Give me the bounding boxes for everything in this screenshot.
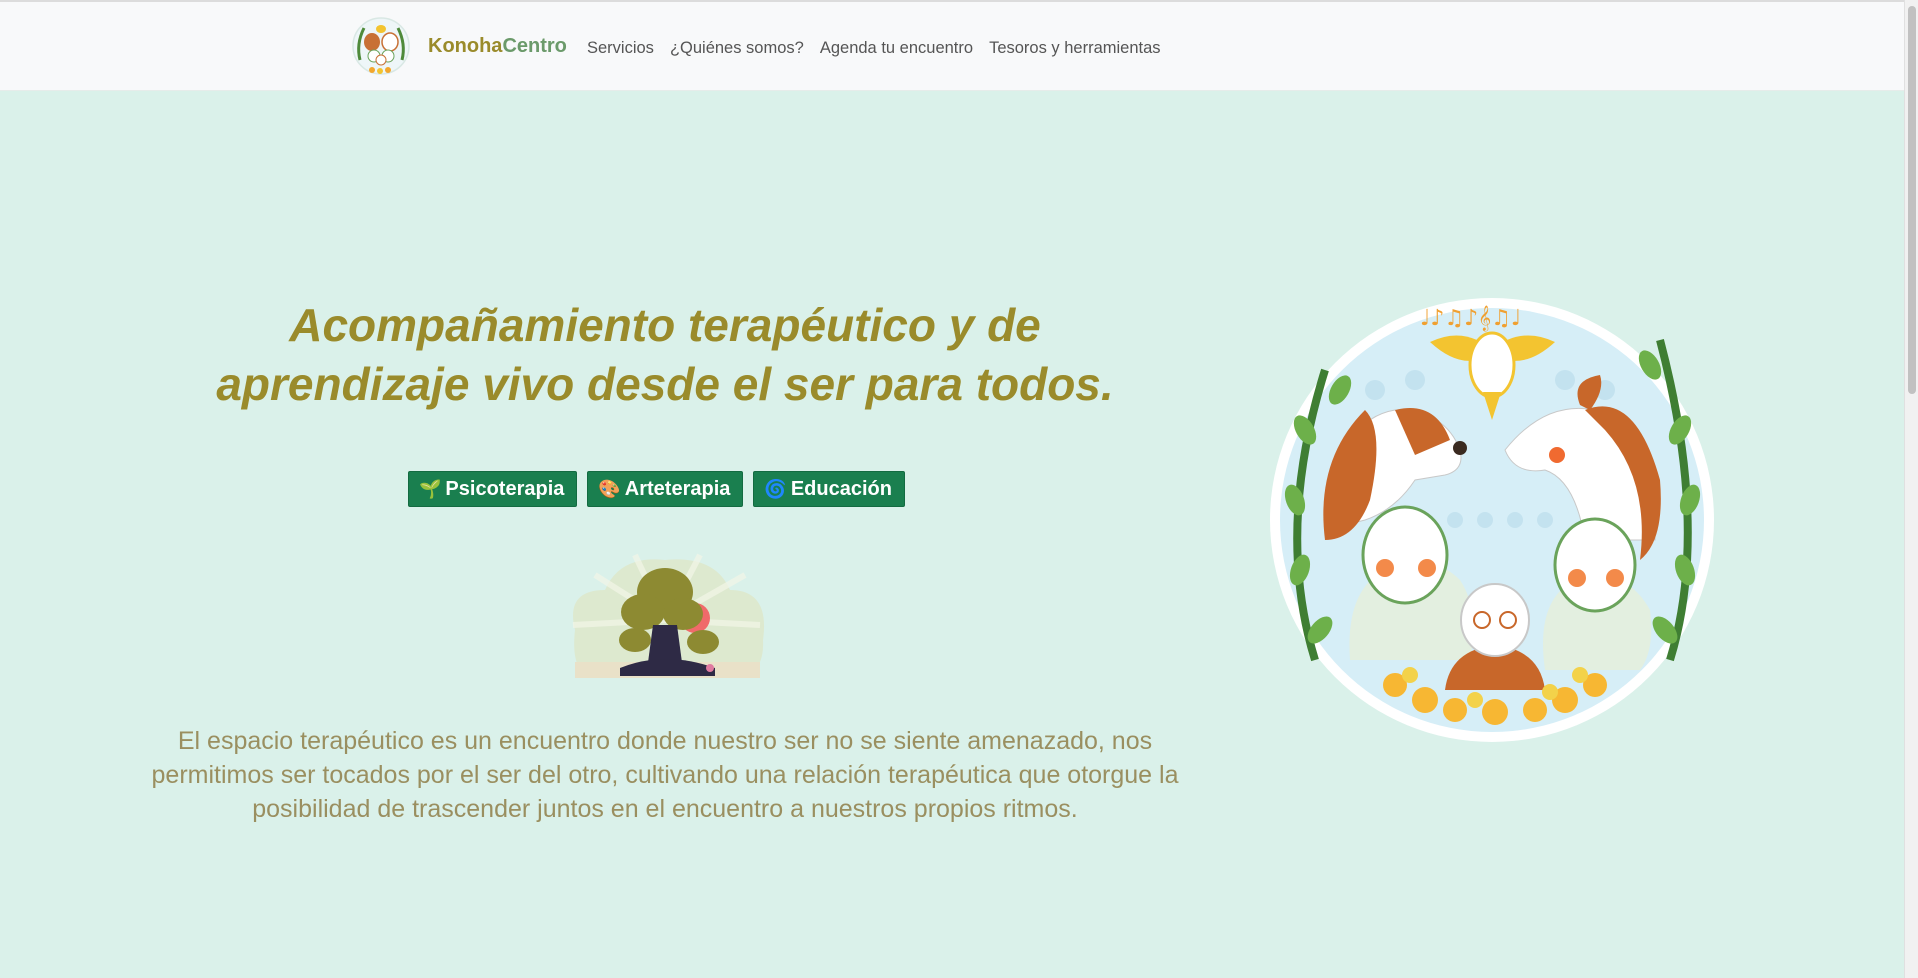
cyclone-icon: 🌀 [764, 478, 787, 499]
svg-text:♩♪♫♪𝄞♫♩: ♩♪♫♪𝄞♫♩ [1420, 305, 1521, 331]
brand-logo[interactable] [350, 16, 412, 76]
palette-icon: 🎨 [598, 478, 621, 499]
hero-title-line1: Acompañamiento terapéutico y de [289, 299, 1041, 351]
service-badges: 🌱 Psicoterapia 🎨 Arteterapia 🌀 Educación [408, 471, 905, 507]
family-animals-illustration: ♩♪♫♪𝄞♫♩ [1270, 298, 1714, 742]
brand-name-part2: Centro [502, 35, 567, 57]
brand-name-part1: Konoha [428, 35, 503, 57]
vertical-scrollbar[interactable] [1904, 0, 1918, 978]
seedling-icon: 🌱 [419, 478, 442, 499]
main-nav: Servicios ¿Quiénes somos? Agenda tu encu… [587, 39, 1161, 58]
meditating-tree-illustration [572, 553, 765, 678]
badge-educacion: 🌀 Educación [753, 471, 905, 507]
badge-label: Psicoterapia [445, 477, 565, 500]
nav-link-servicios[interactable]: Servicios [587, 39, 654, 58]
badge-psicoterapia: 🌱 Psicoterapia [408, 471, 578, 507]
scrollbar-thumb[interactable] [1908, 6, 1916, 394]
nav-link-quienes-somos[interactable]: ¿Quiénes somos? [670, 39, 804, 58]
hero-title-line2: aprendizaje vivo desde el ser para todos… [216, 358, 1114, 410]
badge-label: Arteterapia [624, 477, 731, 500]
nav-link-tesoros[interactable]: Tesoros y herramientas [989, 39, 1161, 58]
hero-title: Acompañamiento terapéutico y de aprendiz… [190, 296, 1140, 414]
nav-link-agenda[interactable]: Agenda tu encuentro [820, 39, 973, 58]
brand-name[interactable]: KonohaCentro [428, 35, 567, 58]
navbar: KonohaCentro Servicios ¿Quiénes somos? A… [0, 0, 1904, 91]
badge-label: Educación [790, 477, 892, 500]
hero-description: El espacio terapéutico es un encuentro d… [151, 727, 1179, 823]
badge-arteterapia: 🎨 Arteterapia [587, 471, 744, 507]
